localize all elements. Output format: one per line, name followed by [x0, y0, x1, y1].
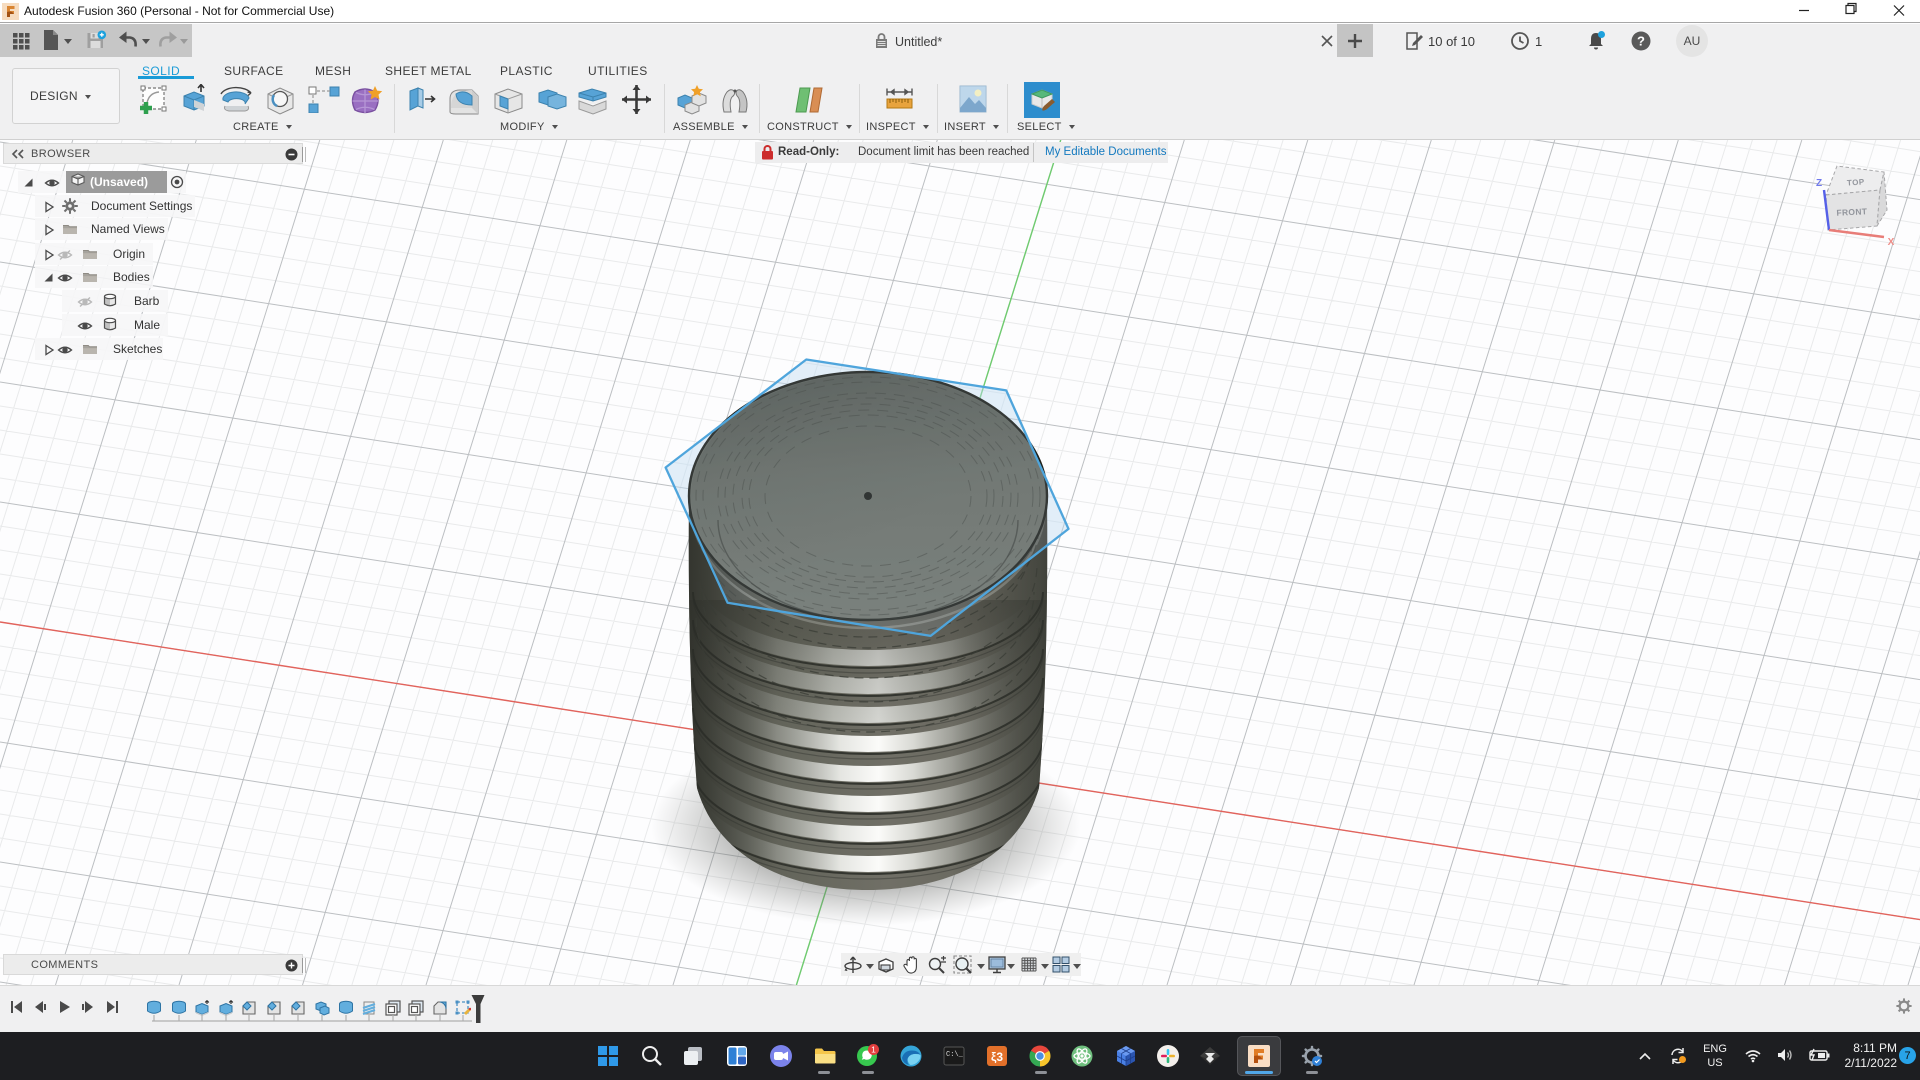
- svg-text:TOP: TOP: [1847, 177, 1866, 187]
- svg-text:ξ3: ξ3: [991, 1050, 1003, 1064]
- svg-text:FRONT: FRONT: [1836, 206, 1868, 218]
- svg-text:X: X: [1888, 237, 1895, 248]
- svg-text:C:\_: C:\_: [946, 1051, 964, 1059]
- svg-text:Z: Z: [1816, 178, 1822, 189]
- svg-text:1: 1: [871, 1045, 876, 1055]
- svg-text:?: ?: [1637, 34, 1645, 49]
